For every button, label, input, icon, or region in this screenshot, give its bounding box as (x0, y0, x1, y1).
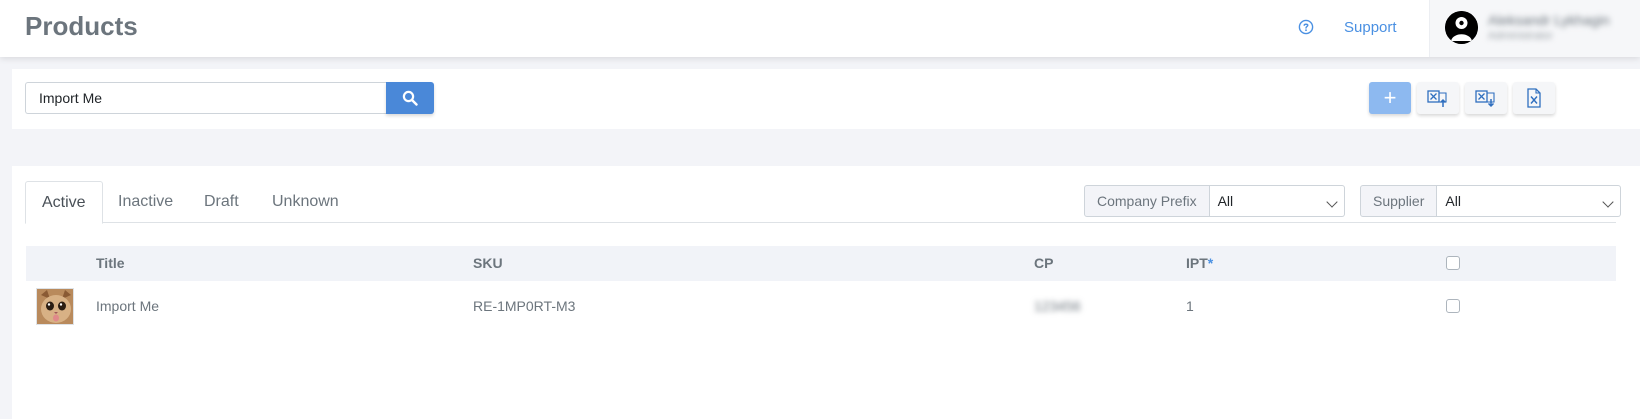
user-gear-icon (1445, 11, 1478, 44)
excel-export-icon (1475, 90, 1495, 108)
column-sku[interactable]: SKU (473, 246, 503, 281)
product-ipt: 1 (1186, 298, 1194, 314)
user-menu[interactable]: Aleksandr Lykhagin Administrator (1429, 0, 1640, 57)
cat-photo (37, 289, 73, 324)
tab-active[interactable]: Active (25, 181, 103, 224)
table-row[interactable]: Import Me RE-1MP0RT-M3 123456 1 (26, 281, 1616, 331)
search-panel: + (12, 69, 1640, 129)
product-title[interactable]: Import Me (96, 281, 159, 331)
page-title: Products (25, 11, 138, 41)
tab-unknown[interactable]: Unknown (256, 181, 355, 223)
import-excel-button[interactable] (1417, 82, 1459, 114)
column-ipt-label: IPT (1186, 255, 1208, 271)
search-button[interactable] (386, 82, 434, 114)
company-prefix-value: All (1217, 193, 1234, 209)
add-product-button[interactable]: + (1369, 82, 1411, 114)
product-thumbnail[interactable] (36, 288, 74, 325)
excel-file-icon (1527, 88, 1541, 108)
tab-inactive[interactable]: Inactive (102, 181, 189, 223)
company-prefix-filter: Company Prefix All (1084, 185, 1345, 217)
select-all-checkbox[interactable] (1446, 256, 1460, 270)
support-link[interactable]: Support (1344, 19, 1397, 36)
table-header: Title SKU CP IPT* (26, 246, 1616, 281)
supplier-label: Supplier (1360, 185, 1438, 217)
user-name: Aleksandr Lykhagin (1488, 12, 1610, 28)
company-prefix-label: Company Prefix (1084, 185, 1210, 217)
supplier-value: All (1445, 193, 1461, 209)
required-marker: * (1207, 255, 1214, 271)
search-icon (402, 90, 418, 106)
tab-draft[interactable]: Draft (188, 181, 255, 223)
supplier-filter: Supplier All (1360, 185, 1622, 217)
column-cp[interactable]: CP (1034, 246, 1053, 281)
product-sku: RE-1MP0RT-M3 (473, 298, 576, 314)
chevron-down-icon (1325, 196, 1338, 208)
user-role: Administrator (1488, 30, 1553, 42)
row-select-checkbox[interactable] (1446, 299, 1460, 313)
export-excel-button[interactable] (1465, 82, 1507, 114)
column-title[interactable]: Title (96, 246, 125, 281)
excel-file-button[interactable] (1513, 82, 1555, 114)
excel-import-icon (1427, 90, 1447, 107)
company-prefix-select[interactable]: All (1209, 185, 1345, 217)
products-panel: Active Inactive Draft Unknown Company Pr… (12, 166, 1640, 419)
top-header: Products Support Aleksandr Lykhagin Admi… (0, 0, 1640, 57)
supplier-select[interactable]: All (1437, 185, 1622, 217)
question-circle-icon[interactable] (1298, 19, 1314, 35)
product-cp: 123456 (1034, 298, 1081, 314)
search-input[interactable] (25, 82, 399, 114)
column-ipt[interactable]: IPT* (1186, 246, 1213, 281)
avatar (1445, 11, 1478, 44)
chevron-down-icon (1602, 196, 1615, 208)
